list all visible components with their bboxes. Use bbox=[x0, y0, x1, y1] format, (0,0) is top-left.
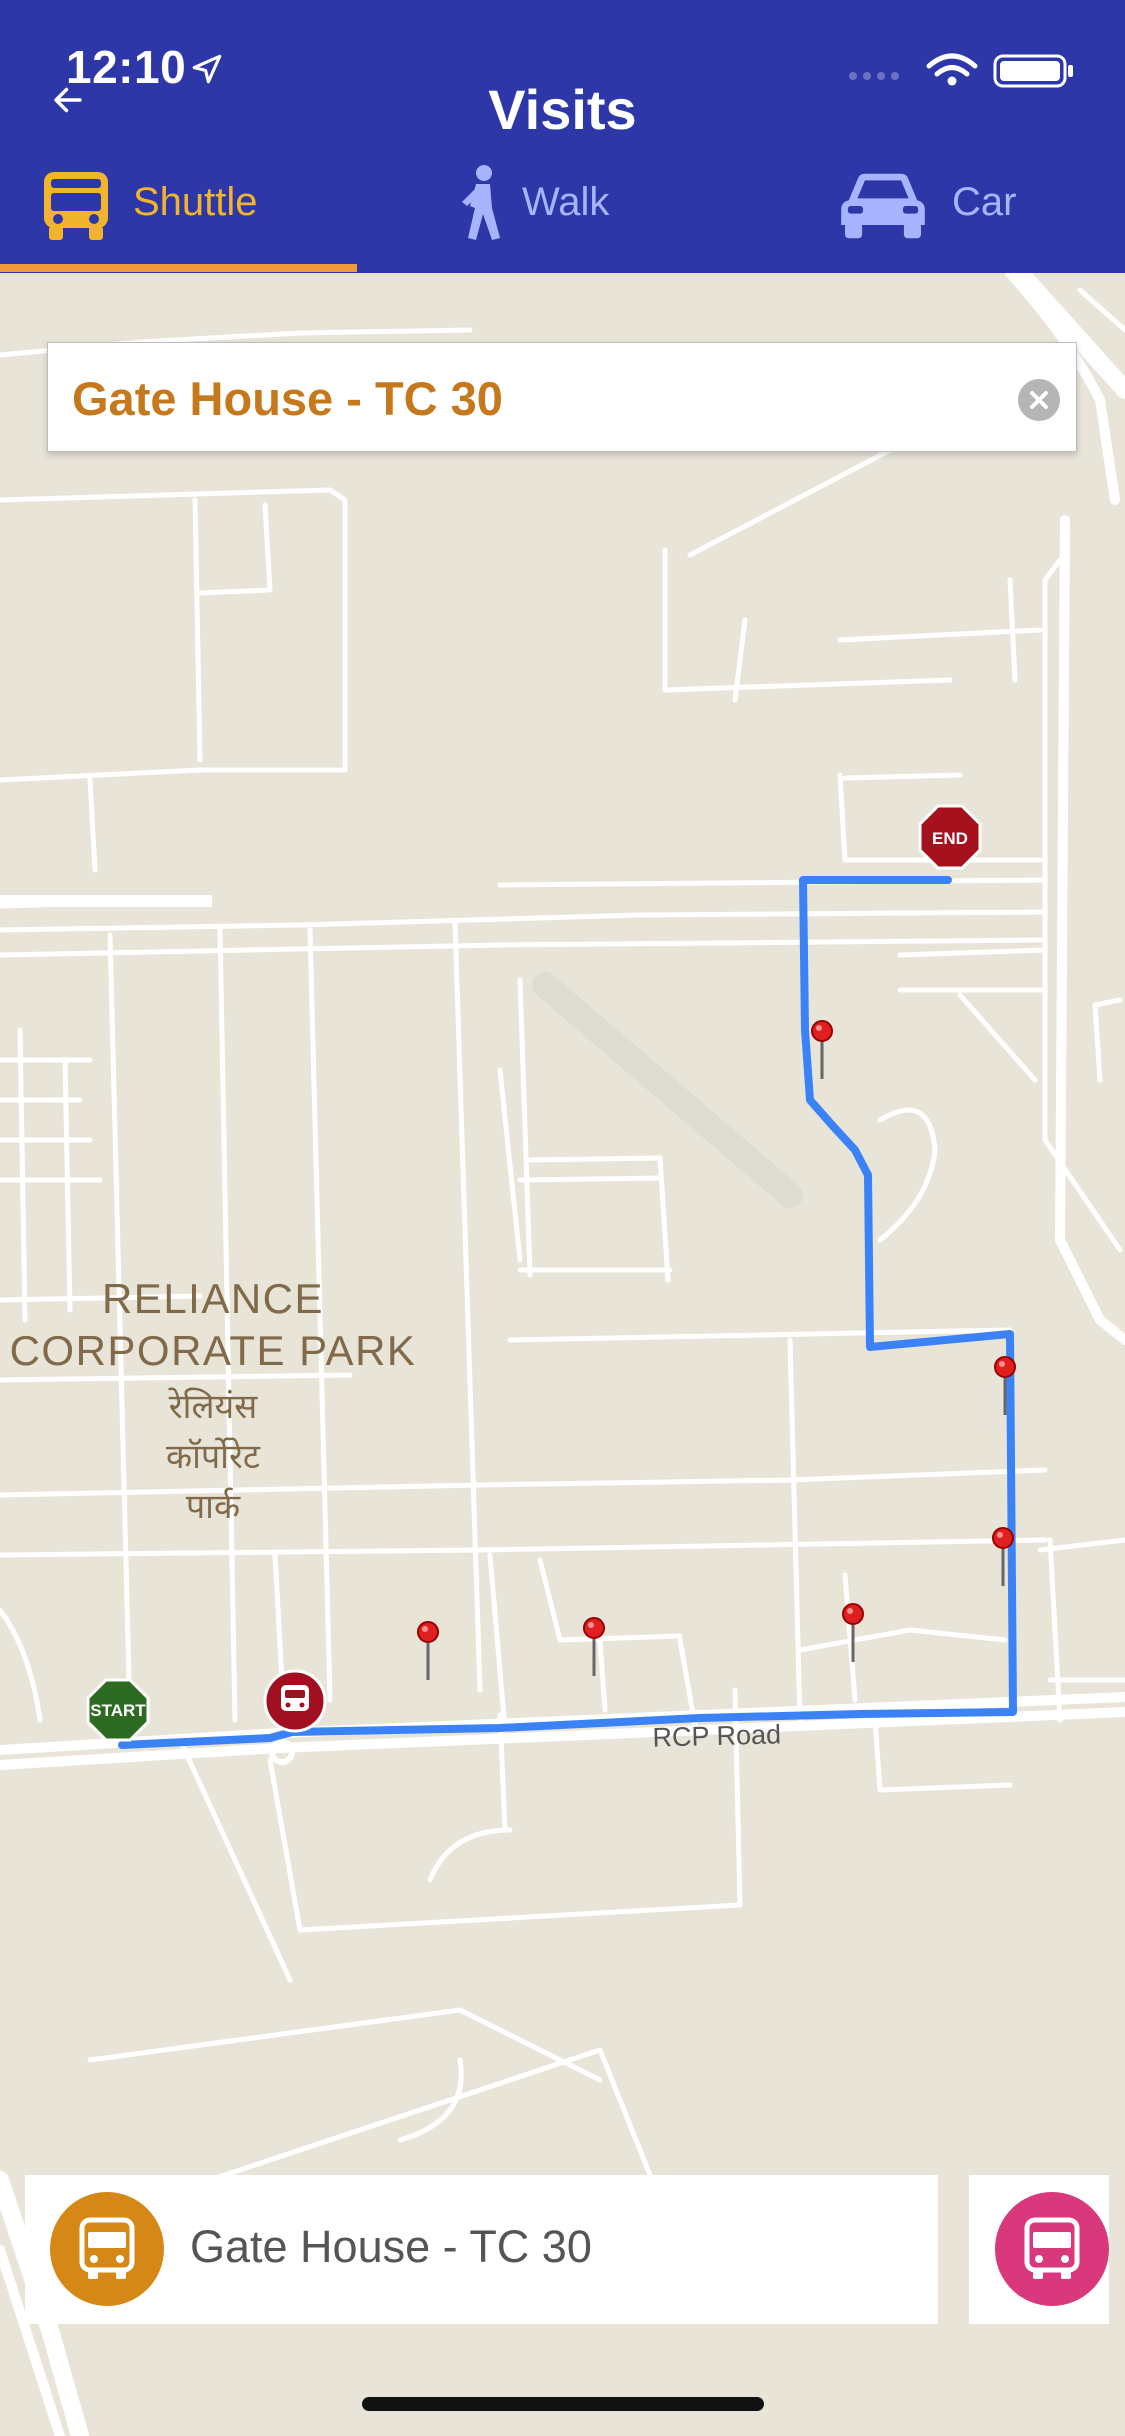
wifi-icon bbox=[926, 53, 978, 77]
bus-icon bbox=[44, 172, 108, 240]
bus-icon bbox=[50, 2192, 164, 2306]
shuttle-location-marker-icon[interactable] bbox=[263, 1669, 327, 1733]
tab-car[interactable]: Car bbox=[757, 160, 1125, 270]
app-header: 12:10 Visits Shuttle Walk Car bbox=[0, 0, 1125, 273]
area-label-en-line1: RELIANCE bbox=[102, 1275, 324, 1322]
tab-shuttle-label: Shuttle bbox=[133, 180, 258, 224]
area-label-hi-line2: कॉर्पोरेट bbox=[166, 1437, 261, 1477]
area-label-hi-line3: पार्क bbox=[186, 1487, 241, 1527]
destination-search-value: Gate House - TC 30 bbox=[72, 372, 503, 425]
bus-icon bbox=[995, 2192, 1109, 2306]
area-label-en-line2: CORPORATE PARK bbox=[10, 1327, 417, 1374]
selected-stop-card[interactable]: Gate House - TC 30 bbox=[25, 2175, 938, 2324]
car-icon bbox=[841, 173, 925, 239]
tab-walk-label: Walk bbox=[522, 180, 610, 224]
selected-stop-name: Gate House - TC 30 bbox=[190, 2221, 592, 2272]
map-view[interactable]: RELIANCE CORPORATE PARK रेलियंस कॉर्पोरे… bbox=[0, 273, 1125, 2436]
end-stop-sign-icon[interactable]: END bbox=[918, 804, 982, 870]
selected-tab-indicator bbox=[0, 264, 357, 272]
area-label-hi-line1: रेलियंस bbox=[167, 1387, 258, 1427]
start-stop-sign-icon[interactable]: START bbox=[86, 1678, 150, 1742]
start-label: START bbox=[90, 1701, 146, 1720]
road-label: RCP Road bbox=[652, 1719, 781, 1752]
tab-car-label: Car bbox=[952, 180, 1017, 224]
end-label: END bbox=[932, 829, 968, 848]
tab-walk[interactable]: Walk bbox=[357, 160, 757, 270]
clear-x-icon[interactable] bbox=[1018, 379, 1060, 421]
page-title: Visits bbox=[488, 78, 637, 141]
next-stop-card[interactable] bbox=[969, 2175, 1109, 2324]
home-indicator[interactable] bbox=[362, 2397, 764, 2411]
tab-shuttle[interactable]: Shuttle bbox=[0, 160, 357, 270]
walking-person-icon bbox=[462, 165, 500, 240]
destination-search-field[interactable]: Gate House - TC 30 bbox=[47, 342, 1077, 452]
